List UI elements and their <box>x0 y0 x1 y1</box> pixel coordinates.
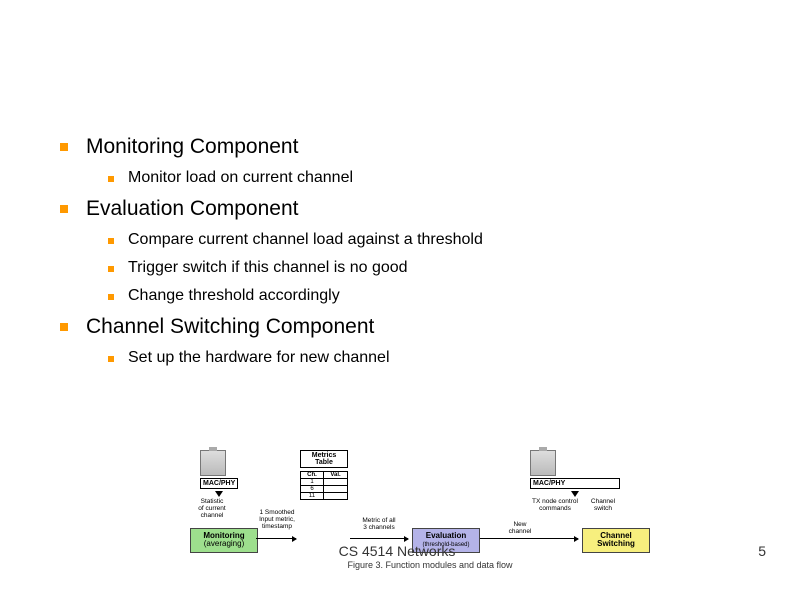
list-item-text: Trigger switch if this channel is no goo… <box>128 259 408 277</box>
page-number: 5 <box>758 543 766 559</box>
bullet-icon <box>108 266 114 272</box>
host-a: MAC/PHY Statistic of current channel <box>200 450 238 519</box>
list-item-text: Change threshold accordingly <box>128 287 340 305</box>
arrow-right-icon <box>480 538 578 539</box>
bullet-icon <box>60 143 68 151</box>
sublist: Compare current channel load against a t… <box>108 231 754 305</box>
list-item: Trigger switch if this channel is no goo… <box>108 259 754 277</box>
server-icon <box>200 450 226 476</box>
list-item: Monitor load on current channel <box>108 169 754 187</box>
list-item: Monitoring Component <box>60 135 754 159</box>
list-item: Evaluation Component <box>60 197 754 221</box>
bullet-list: Monitoring Component Monitor load on cur… <box>60 135 754 377</box>
metrics-cell: 6 <box>301 486 324 493</box>
channel-switch-label: Channel switch <box>586 499 620 513</box>
bullet-icon <box>108 356 114 362</box>
list-item: Compare current channel load against a t… <box>108 231 754 249</box>
metrics-table: Metrics Table Ch. Val. 1 6 11 <box>300 450 348 500</box>
bullet-icon <box>60 323 68 331</box>
arrow-label: New channel <box>490 522 550 536</box>
sublist: Set up the hardware for new channel <box>108 349 754 367</box>
metrics-cell <box>323 479 347 486</box>
host-b-label: TX node control commands <box>530 499 580 513</box>
figure-caption: Figure 3. Function modules and data flow <box>190 560 670 570</box>
macphy-label: MAC/PHY <box>200 478 238 489</box>
bullet-icon <box>108 294 114 300</box>
arrow-down-icon <box>571 491 579 497</box>
list-item-text: Evaluation Component <box>86 197 298 221</box>
list-item: Channel Switching Component <box>60 315 754 339</box>
host-b: MAC/PHY TX node control commands Channel… <box>530 450 620 513</box>
footer-text: CS 4514 Networks <box>0 543 794 559</box>
metrics-cell <box>323 486 347 493</box>
module-title: Evaluation <box>426 531 466 540</box>
host-a-label: Statistic of current channel <box>192 499 232 519</box>
arrow-down-icon <box>215 491 223 497</box>
list-item: Change threshold accordingly <box>108 287 754 305</box>
arrow-right-icon <box>256 538 296 539</box>
list-item-text: Monitoring Component <box>86 135 298 159</box>
metrics-col: Val. <box>323 472 347 479</box>
metrics-cell: 1 <box>301 479 324 486</box>
server-icon <box>530 450 556 476</box>
slide: { "bullets": [ { "text": "Monitoring Com… <box>0 0 794 595</box>
sublist: Monitor load on current channel <box>108 169 754 187</box>
metrics-cell <box>323 493 347 500</box>
arrow-right-icon <box>350 538 408 539</box>
metrics-title: Metrics Table <box>300 450 348 468</box>
bullet-icon <box>60 205 68 213</box>
list-item-text: Channel Switching Component <box>86 315 374 339</box>
list-item-text: Monitor load on current channel <box>128 169 353 187</box>
list-item-text: Compare current channel load against a t… <box>128 231 483 249</box>
arrow-label: Metric of all 3 channels <box>350 518 408 532</box>
arrow-label: 1 Smoothed Input metric, timestamp <box>252 510 302 530</box>
bullet-icon <box>108 238 114 244</box>
metrics-cell: 11 <box>301 493 324 500</box>
metrics-grid: Ch. Val. 1 6 11 <box>300 471 348 500</box>
metrics-col: Ch. <box>301 472 324 479</box>
macphy-label: MAC/PHY <box>530 478 620 489</box>
bullet-icon <box>108 176 114 182</box>
list-item: Set up the hardware for new channel <box>108 349 754 367</box>
list-item-text: Set up the hardware for new channel <box>128 349 390 367</box>
